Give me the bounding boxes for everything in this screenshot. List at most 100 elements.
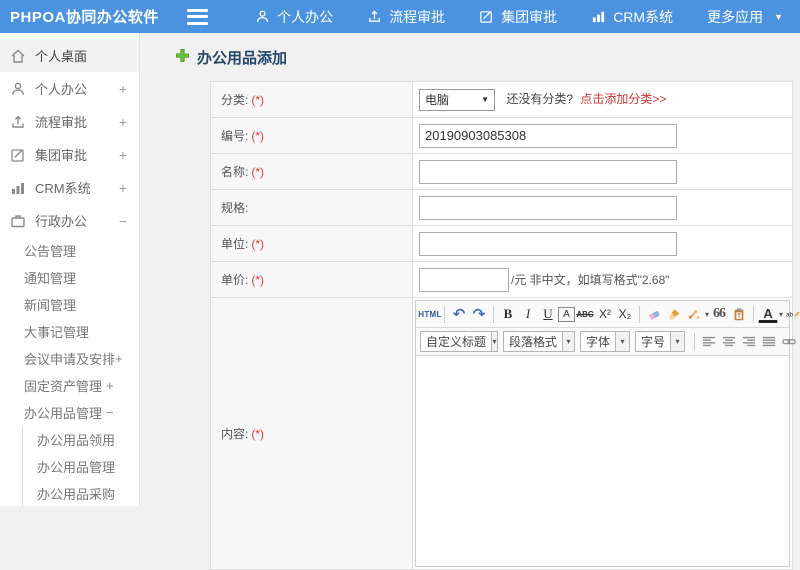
- form-row-price: 单价:(*) /元 非中文，如填写格式"2.68": [211, 262, 793, 298]
- custom-title-select[interactable]: 自定义标题▾: [420, 331, 498, 352]
- sidebar-item-行政办公[interactable]: 行政办公−: [0, 204, 139, 237]
- sidebar-item-固定资产管理[interactable]: 固定资产管理+: [0, 372, 139, 399]
- required-mark: (*): [251, 273, 264, 287]
- rich-text-editor: HTML↶↷BIUAABCX²X₂▾66A▾ab▾ 自定义标题▾段落格式▾字体▾…: [415, 300, 790, 567]
- topnav-item-集团审批[interactable]: 集团审批: [462, 0, 574, 33]
- align-center-icon[interactable]: [719, 332, 739, 352]
- blockquote-icon[interactable]: 66: [709, 304, 729, 324]
- expand-toggle-icon[interactable]: −: [119, 213, 127, 229]
- editor-toolbar-row1: HTML↶↷BIUAABCX²X₂▾66A▾ab▾: [416, 301, 789, 328]
- expand-toggle-icon[interactable]: +: [119, 114, 127, 130]
- editor-toolbar-row2: 自定义标题▾段落格式▾字体▾字号▾: [416, 328, 789, 356]
- code-label: 编号:: [221, 129, 248, 143]
- expand-toggle-icon[interactable]: +: [119, 81, 127, 97]
- add-plus-icon: [175, 48, 190, 68]
- add-category-link[interactable]: 点击添加分类>>: [580, 92, 666, 106]
- price-input[interactable]: [419, 268, 509, 292]
- sidebar-item-办公用品管理[interactable]: 办公用品管理: [23, 453, 139, 480]
- bold-icon[interactable]: B: [498, 304, 518, 324]
- sidebar-item-办公用品采购[interactable]: 办公用品采购: [23, 480, 139, 506]
- justify-icon[interactable]: [759, 332, 779, 352]
- topnav-item-流程审批[interactable]: 流程审批: [350, 0, 462, 33]
- paste-icon[interactable]: [729, 304, 749, 324]
- unit-label: 单位:: [221, 237, 248, 251]
- hamburger-menu-icon[interactable]: [187, 9, 209, 25]
- expand-toggle-icon[interactable]: +: [119, 180, 127, 196]
- superscript-icon[interactable]: X²: [595, 304, 615, 324]
- no-category-hint: 还没有分类?: [506, 92, 573, 106]
- redo-icon[interactable]: ↷: [469, 304, 489, 324]
- topnav-item-更多应用[interactable]: 更多应用▼: [690, 0, 800, 33]
- required-mark: (*): [251, 427, 264, 441]
- category-label: 分类:: [221, 93, 248, 107]
- remove-format-icon[interactable]: A: [558, 307, 575, 322]
- html-source-button[interactable]: HTML: [420, 304, 440, 324]
- font-size-select[interactable]: 字号▾: [635, 331, 685, 352]
- category-select[interactable]: 电脑 ▼: [419, 89, 495, 111]
- name-label: 名称:: [221, 165, 248, 179]
- required-mark: (*): [251, 165, 264, 179]
- editor-content-area[interactable]: [416, 356, 789, 566]
- font-family-select[interactable]: 字体▾: [580, 331, 630, 352]
- home-icon: [10, 48, 26, 64]
- align-left-icon[interactable]: [699, 332, 719, 352]
- user-icon: [10, 81, 26, 97]
- sidebar-item-新闻管理[interactable]: 新闻管理: [0, 291, 139, 318]
- main-content: 办公用品添加 分类:(*) 电脑 ▼ 还没有分类? 点击添加分类>> 编号:(*…: [140, 33, 800, 506]
- submenu-group: 办公用品领用办公用品管理办公用品采购: [22, 426, 139, 506]
- clean-brush-icon[interactable]: [664, 304, 684, 324]
- expand-toggle-icon[interactable]: +: [106, 378, 114, 393]
- sidebar-item-会议申请及安排[interactable]: 会议申请及安排+: [0, 345, 139, 372]
- sidebar: 个人桌面个人办公+流程审批+集团审批+CRM系统+行政办公−公告管理通知管理新闻…: [0, 33, 140, 506]
- form-row-content: 内容:(*) HTML↶↷BIUAABCX²X₂▾66A▾ab▾ 自定义标题▾段…: [211, 298, 793, 570]
- required-mark: (*): [251, 129, 264, 143]
- sidebar-item-集团审批[interactable]: 集团审批+: [0, 138, 139, 171]
- form-row-name: 名称:(*): [211, 154, 793, 190]
- expand-toggle-icon[interactable]: +: [115, 351, 123, 366]
- chevron-down-icon: ▼: [774, 12, 783, 22]
- topnav-item-CRM系统[interactable]: CRM系统: [574, 0, 690, 33]
- sidebar-item-个人办公[interactable]: 个人办公+: [0, 72, 139, 105]
- subscript-icon[interactable]: X₂: [615, 304, 635, 324]
- price-format-hint: /元 非中文，如填写格式"2.68": [511, 273, 670, 287]
- align-right-icon[interactable]: [739, 332, 759, 352]
- app-logo: PHPOA协同办公软件: [0, 6, 173, 27]
- sidebar-item-办公用品管理[interactable]: 办公用品管理−: [0, 399, 139, 426]
- link-icon[interactable]: [779, 332, 799, 352]
- user-icon: [255, 9, 270, 24]
- select-caret-icon: ▾: [615, 332, 629, 351]
- undo-icon[interactable]: ↶: [449, 304, 469, 324]
- italic-icon[interactable]: I: [518, 304, 538, 324]
- flow-icon: [367, 9, 382, 24]
- paragraph-format-select[interactable]: 段落格式▾: [503, 331, 575, 352]
- expand-toggle-icon[interactable]: −: [106, 405, 114, 420]
- code-input[interactable]: [419, 124, 677, 148]
- strikethrough-icon[interactable]: ABC: [575, 304, 595, 324]
- svg-text:ab: ab: [786, 311, 794, 318]
- sidebar-item-大事记管理[interactable]: 大事记管理: [0, 318, 139, 345]
- form-row-unit: 单位:(*): [211, 226, 793, 262]
- sidebar-item-流程审批[interactable]: 流程审批+: [0, 105, 139, 138]
- required-mark: (*): [251, 237, 264, 251]
- eraser-icon[interactable]: [644, 304, 664, 324]
- price-label: 单价:: [221, 273, 248, 287]
- chart-icon: [591, 9, 606, 24]
- highlight-color-icon[interactable]: ab: [783, 304, 800, 324]
- spec-label: 规格:: [221, 201, 248, 215]
- toolbar-separator: [444, 306, 445, 323]
- edit-icon: [10, 147, 26, 163]
- sidebar-item-CRM系统[interactable]: CRM系统+: [0, 171, 139, 204]
- expand-toggle-icon[interactable]: +: [119, 147, 127, 163]
- sidebar-item-办公用品领用[interactable]: 办公用品领用: [23, 426, 139, 453]
- sidebar-item-公告管理[interactable]: 公告管理: [0, 237, 139, 264]
- spec-input[interactable]: [419, 196, 677, 220]
- format-painter-icon[interactable]: [684, 304, 704, 324]
- name-input[interactable]: [419, 160, 677, 184]
- font-color-icon[interactable]: A: [758, 306, 778, 323]
- unit-input[interactable]: [419, 232, 677, 256]
- underline-icon[interactable]: U: [538, 304, 558, 324]
- sidebar-item-通知管理[interactable]: 通知管理: [0, 264, 139, 291]
- toolbar-separator: [753, 306, 754, 323]
- topnav-item-个人办公[interactable]: 个人办公: [238, 0, 350, 33]
- sidebar-item-个人桌面[interactable]: 个人桌面: [0, 39, 139, 72]
